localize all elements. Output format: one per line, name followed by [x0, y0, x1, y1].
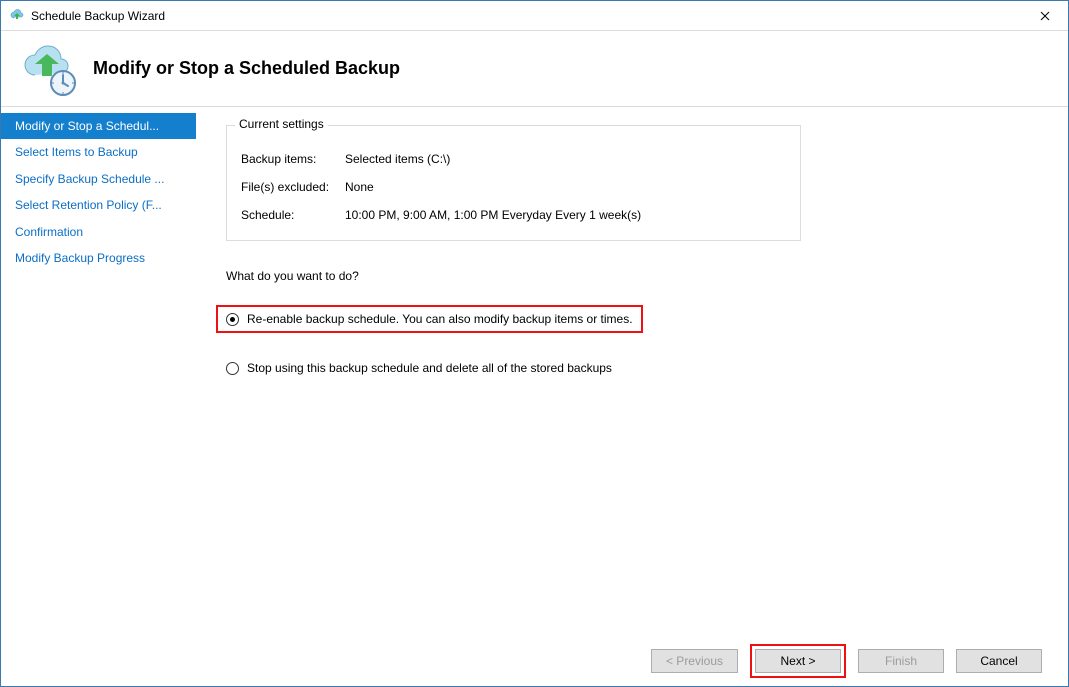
next-button[interactable]: Next >	[755, 649, 841, 673]
current-settings-legend: Current settings	[235, 117, 328, 131]
option-reenable-label: Re-enable backup schedule. You can also …	[247, 312, 633, 326]
wizard-header-icon	[21, 41, 77, 97]
radio-reenable[interactable]	[226, 313, 239, 326]
option-stop-label: Stop using this backup schedule and dele…	[247, 361, 612, 375]
setting-value: 10:00 PM, 9:00 AM, 1:00 PM Everyday Ever…	[345, 208, 786, 222]
option-reenable-row: Re-enable backup schedule. You can also …	[226, 305, 1038, 333]
wizard-body: Modify or Stop a Schedul... Select Items…	[1, 107, 1068, 636]
setting-schedule: Schedule: 10:00 PM, 9:00 AM, 1:00 PM Eve…	[241, 208, 786, 222]
close-button[interactable]	[1022, 1, 1068, 31]
close-icon	[1040, 11, 1050, 21]
wizard-title: Modify or Stop a Scheduled Backup	[93, 58, 400, 79]
app-icon	[9, 8, 25, 24]
step-modify-progress[interactable]: Modify Backup Progress	[1, 245, 196, 271]
wizard-steps-sidebar: Modify or Stop a Schedul... Select Items…	[1, 107, 196, 636]
highlight-box: Next >	[750, 644, 846, 678]
window-title: Schedule Backup Wizard	[31, 9, 1022, 23]
setting-files-excluded: File(s) excluded: None	[241, 180, 786, 194]
action-prompt: What do you want to do?	[226, 269, 1038, 283]
wizard-header: Modify or Stop a Scheduled Backup	[1, 31, 1068, 107]
current-settings-group: Current settings Backup items: Selected …	[226, 125, 801, 241]
step-confirmation[interactable]: Confirmation	[1, 219, 196, 245]
wizard-content: Current settings Backup items: Selected …	[196, 107, 1068, 636]
setting-label: File(s) excluded:	[241, 180, 345, 194]
wizard-footer: < Previous Next > Finish Cancel	[1, 636, 1068, 686]
cancel-button[interactable]: Cancel	[956, 649, 1042, 673]
step-modify-or-stop[interactable]: Modify or Stop a Schedul...	[1, 113, 196, 139]
option-stop-row: Stop using this backup schedule and dele…	[226, 361, 1038, 375]
titlebar: Schedule Backup Wizard	[1, 1, 1068, 31]
setting-value: Selected items (C:\)	[345, 152, 786, 166]
setting-label: Schedule:	[241, 208, 345, 222]
step-select-items[interactable]: Select Items to Backup	[1, 139, 196, 165]
highlight-box: Re-enable backup schedule. You can also …	[216, 305, 643, 333]
setting-backup-items: Backup items: Selected items (C:\)	[241, 152, 786, 166]
setting-label: Backup items:	[241, 152, 345, 166]
previous-button: < Previous	[651, 649, 738, 673]
radio-dot-icon	[230, 317, 235, 322]
step-retention-policy[interactable]: Select Retention Policy (F...	[1, 192, 196, 218]
radio-stop[interactable]	[226, 362, 239, 375]
finish-button: Finish	[858, 649, 944, 673]
setting-value: None	[345, 180, 786, 194]
step-specify-schedule[interactable]: Specify Backup Schedule ...	[1, 166, 196, 192]
